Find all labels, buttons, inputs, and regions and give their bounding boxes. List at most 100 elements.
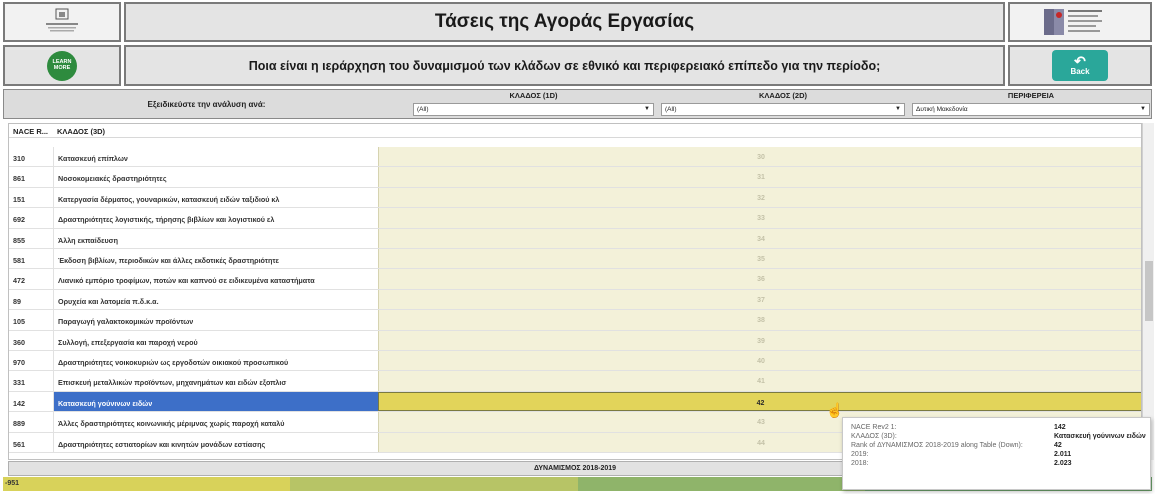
row-rank-bar[interactable]: 31 (378, 167, 1141, 187)
table-row[interactable]: 331 Επισκευή μεταλλικών προϊόντων, μηχανη… (9, 371, 1141, 392)
row-code: 360 (13, 337, 25, 347)
row-sector-name: Δραστηριότητες εστιατορίων και κινητών μ… (53, 432, 379, 452)
tooltip-key: ΚΛΑΔΟΣ (3D): (851, 433, 897, 440)
row-code: 861 (13, 174, 25, 184)
row-rank-bar[interactable]: 32 (378, 187, 1141, 208)
row-rank-value: 36 (757, 276, 765, 284)
row-rank-bar[interactable]: 36 (378, 269, 1141, 289)
row-code: 692 (13, 215, 25, 225)
row-code: 331 (13, 378, 25, 388)
filter-sector-1d-value: (All) (417, 106, 429, 113)
row-rank-value: 37 (757, 296, 765, 304)
logo-right (1008, 2, 1152, 42)
table-header: NACE R... ΚΛΑΔΟΣ (3D) (9, 124, 1141, 138)
filter-sector-2d-select[interactable]: (All) ▼ (661, 103, 905, 116)
filter-region-select[interactable]: Δυτική Μακεδονία ▼ (912, 103, 1150, 116)
filter-region: ΠΕΡΙΦΕΡΕΙΑ Δυτική Μακεδονία ▼ (910, 90, 1152, 118)
row-rank-value: 35 (757, 256, 765, 263)
table-row[interactable]: 142 Κατασκευή γούνινων ειδών 42 (9, 391, 1141, 413)
row-code: 310 (13, 154, 25, 163)
filter-label: Εξειδικεύστε την ανάλυση ανά: (147, 99, 266, 109)
col-header-sector[interactable]: ΚΛΑΔΟΣ (3D) (57, 127, 105, 136)
table-row[interactable]: 855 Άλλη εκπαίδευση 34 (9, 228, 1141, 249)
filter-region-label: ΠΕΡΙΦΕΡΕΙΑ (1007, 91, 1055, 100)
row-code: 889 (13, 419, 25, 429)
row-sector-name: Κατασκευή γούνινων ειδών (53, 391, 379, 412)
legend-segment (577, 477, 865, 491)
row-sector-name: Άλλες δραστηριότητες κοινωνικής μέριμνας… (53, 412, 379, 432)
filter-sector-1d-label: ΚΛΑΔΟΣ (1D) (509, 91, 558, 100)
filter-region-value: Δυτική Μακεδονία (916, 106, 968, 113)
row-rank-value: 31 (757, 174, 765, 182)
scrollbar-thumb[interactable] (1145, 261, 1153, 321)
row-sector-name: Κατασκευή επίπλων (53, 147, 379, 167)
row-rank-bar[interactable]: 41 (378, 371, 1141, 391)
table-row[interactable]: 310 Κατασκευή επίπλων 30 (9, 147, 1141, 168)
back-label: Back (1070, 67, 1090, 76)
row-rank-bar[interactable]: 34 (378, 228, 1141, 248)
row-rank-bar[interactable]: 42 (378, 391, 1141, 412)
vertical-scrollbar[interactable] (1142, 123, 1154, 460)
back-button[interactable]: ↶ Back (1052, 50, 1108, 81)
chevron-down-icon: ▼ (1140, 106, 1146, 112)
eiead-logo-icon (1044, 9, 1102, 35)
row-rank-value: 38 (757, 317, 765, 325)
row-sector-name: Νοσοκομειακές δραστηριότητες (53, 167, 379, 187)
row-rank-value: 39 (757, 337, 765, 345)
filter-sector-2d: ΚΛΑΔΟΣ (2D) (All) ▼ (659, 90, 907, 118)
row-code: 89 (13, 296, 21, 306)
table-row[interactable]: 105 Παραγωγή γαλακτοκομικών προϊόντων 38 (9, 310, 1141, 331)
row-sector-name: Παραγωγή γαλακτοκομικών προϊόντων (53, 310, 379, 330)
row-rank-value: 42 (756, 399, 765, 407)
table-row[interactable]: 360 Συλλογή, επεξεργασία και παροχή νερού… (9, 330, 1141, 351)
institute-logo-icon (46, 8, 78, 32)
back-arrow-icon: ↶ (1074, 53, 1086, 69)
row-sector-name: Δραστηριότητες νοικοκυριών ως εργοδοτών … (53, 351, 379, 371)
row-rank-bar[interactable]: 35 (378, 249, 1141, 269)
legend-min-value: -951 (5, 480, 20, 487)
learn-more-icon[interactable]: LEARN MORE (47, 50, 77, 81)
row-code: 561 (13, 439, 25, 449)
table-row[interactable]: 89 Ορυχεία και λατομεία π.δ.κ.α. 37 (9, 289, 1141, 311)
row-rank-bar[interactable]: 30 (378, 147, 1141, 167)
table-row[interactable]: 970 Δραστηριότητες νοικοκυριών ως εργοδοτ… (9, 351, 1141, 372)
row-code: 472 (13, 276, 25, 286)
row-rank-bar[interactable]: 40 (378, 351, 1141, 371)
tooltip-key: 2019: (851, 451, 869, 458)
row-code: 142 (13, 398, 25, 408)
chevron-down-icon: ▼ (895, 106, 901, 112)
table-row[interactable]: 151 Κατεργασία δέρματος, γουναρικών, κατα… (9, 187, 1141, 209)
row-rank-bar[interactable]: 39 (378, 330, 1141, 350)
row-sector-name: Ορυχεία και λατομεία π.δ.κ.α. (53, 289, 379, 310)
table-row[interactable]: 692 Δραστηριότητες λογιστικής, τήρησης βι… (9, 208, 1141, 229)
row-code: 970 (13, 358, 25, 367)
row-rank-value: 40 (757, 358, 765, 365)
row-rank-value: 34 (757, 235, 765, 243)
tooltip-key: Rank of ΔΥΝΑΜΙΣΜΟΣ 2018-2019 along Table… (851, 442, 1023, 449)
legend-segment (290, 477, 578, 491)
page-title: Τάσεις της Αγοράς Εργασίας (124, 2, 1005, 42)
back-container: ↶ Back (1008, 45, 1152, 86)
filter-bar: Εξειδικεύστε την ανάλυση ανά: ΚΛΑΔΟΣ (1D… (3, 89, 1152, 119)
row-sector-name: Επισκευή μεταλλικών προϊόντων, μηχανημάτ… (53, 371, 379, 391)
ranking-table[interactable]: NACE R... ΚΛΑΔΟΣ (3D) 310 Κατασκευή επίπλ… (8, 123, 1142, 460)
row-rank-bar[interactable]: 37 (378, 289, 1141, 310)
row-sector-name: Άλλη εκπαίδευση (53, 228, 379, 248)
filter-sector-2d-label: ΚΛΑΔΟΣ (2D) (758, 91, 808, 100)
filter-sector-1d-select[interactable]: (All) ▼ (413, 103, 654, 116)
table-row[interactable]: 472 Λιανικό εμπόριο τροφίμων, ποτών και κ… (9, 269, 1141, 290)
row-rank-value: 32 (757, 194, 765, 202)
row-rank-bar[interactable]: 38 (378, 310, 1141, 330)
row-rank-value: 41 (757, 378, 765, 386)
row-rank-bar[interactable]: 33 (378, 208, 1141, 228)
table-row[interactable]: 581 Έκδοση βιβλίων, περιοδικών και άλλες … (9, 249, 1141, 270)
chevron-down-icon: ▼ (644, 106, 650, 112)
table-row[interactable]: 861 Νοσοκομειακές δραστηριότητες 31 (9, 167, 1141, 188)
tooltip-value: 2.023 (1054, 460, 1072, 467)
row-sector-name: Έκδοση βιβλίων, περιοδικών και άλλες εκδ… (53, 249, 379, 269)
row-sector-name: Λιανικό εμπόριο τροφίμων, ποτών και καπν… (53, 269, 379, 289)
learn-more-button[interactable]: LEARN MORE (3, 45, 121, 86)
row-rank-value: 30 (757, 154, 765, 161)
row-code: 151 (13, 194, 25, 204)
col-header-code[interactable]: NACE R... (13, 127, 48, 136)
